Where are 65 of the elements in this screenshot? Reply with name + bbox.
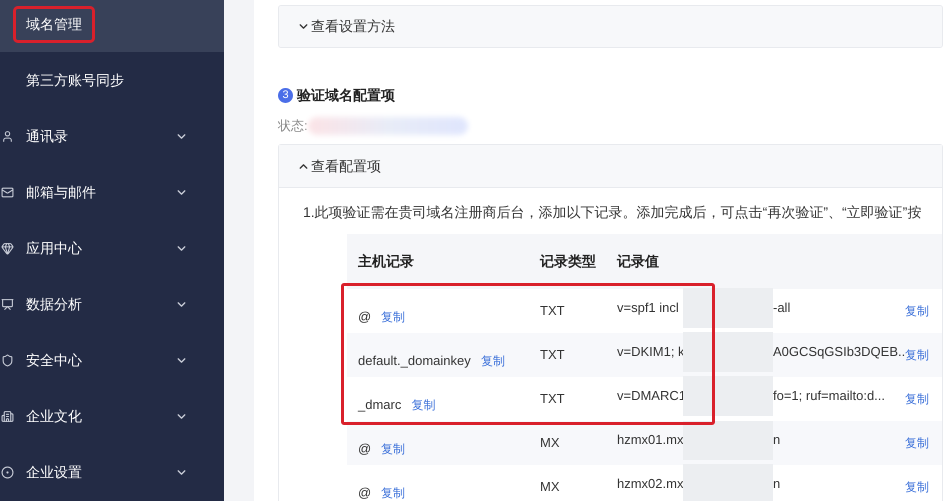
envelope-icon <box>1 186 14 198</box>
sidebar-label: 邮箱与邮件 <box>26 182 96 202</box>
host-record: _dmarc <box>358 396 402 414</box>
copy-link[interactable]: 复制 <box>381 484 406 501</box>
sidebar-label: 企业设置 <box>26 462 82 482</box>
host-record: default._domainkey <box>358 352 471 370</box>
step-title: 验证域名配置项 <box>297 86 395 104</box>
record-value: v=spf1 incl <box>617 299 680 318</box>
sidebar-item[interactable]: 安全中心 <box>0 332 224 388</box>
record-type: MX <box>540 478 560 496</box>
collapse-panel[interactable]: 查看设置方法 <box>278 5 943 48</box>
monitor-icon <box>1 298 14 310</box>
copy-link[interactable]: 复制 <box>905 478 929 496</box>
record-value: hzmx01.mx <box>617 431 683 450</box>
sidebar-label: 企业文化 <box>26 406 82 426</box>
column-header: 主机记录 <box>357 252 415 271</box>
record-value: hzmx02.mx <box>617 475 683 494</box>
host-record: @ <box>358 484 372 501</box>
sidebar-item[interactable]: 企业设置 <box>0 444 224 500</box>
copy-link[interactable]: 复制 <box>381 440 406 458</box>
record-value: fo=1; ruf=mailto:d... <box>773 387 886 406</box>
sidebar-item[interactable]: 通讯录 <box>0 108 224 164</box>
record-value: -all <box>773 299 790 318</box>
copy-link[interactable]: 复制 <box>480 352 505 370</box>
host-record: @ <box>358 308 372 326</box>
sidebar-item[interactable]: 邮箱与邮件 <box>0 164 224 220</box>
record-type: TXT <box>540 346 566 364</box>
column-header: 记录类型 <box>540 252 597 271</box>
status-label: 状态: <box>278 117 308 136</box>
sidebar-item[interactable]: 第三方账号同步 <box>0 52 224 108</box>
sidebar-item[interactable]: 数据分析 <box>0 276 224 332</box>
copy-link[interactable]: 复制 <box>411 396 436 414</box>
building-icon <box>1 410 14 422</box>
record-value: v=DMARC1 <box>617 387 683 406</box>
column-header: 记录值 <box>617 252 660 271</box>
person-icon <box>1 130 14 142</box>
panel-title: 查看设置方法 <box>311 17 395 36</box>
sidebar-label: 域名管理 <box>16 8 92 40</box>
copy-link[interactable]: 复制 <box>905 302 929 320</box>
sidebar-label: 第三方账号同步 <box>26 70 124 90</box>
copy-link[interactable]: 复制 <box>381 308 406 326</box>
record-type: MX <box>540 434 560 452</box>
sidebar-label: 数据分析 <box>26 294 82 314</box>
record-value: A0GCSqGSIb3DQEB... <box>773 343 905 362</box>
host-record: @ <box>358 440 372 458</box>
record-value: n <box>773 431 780 450</box>
panel-title: 查看配置项 <box>311 156 381 176</box>
copy-link[interactable]: 复制 <box>905 390 929 408</box>
sidebar-item[interactable]: 应用中心 <box>0 220 224 276</box>
record-type: TXT <box>540 390 566 408</box>
collapse-header[interactable]: 查看配置项 <box>279 145 942 188</box>
step-number: 3 <box>278 88 293 102</box>
record-type: TXT <box>540 302 566 320</box>
instruction-text: 1.此项验证需在贵司域名注册商后台，添加以下记录。添加完成后，可点击“再次验证”、“立即验证”按 <box>303 203 922 222</box>
settings-icon <box>1 466 14 478</box>
diamond-icon <box>1 242 14 254</box>
copy-link[interactable]: 复制 <box>905 346 929 364</box>
sidebar-label: 安全中心 <box>26 350 82 370</box>
sidebar-label: 通讯录 <box>26 126 68 146</box>
copy-link[interactable]: 复制 <box>905 434 929 452</box>
sidebar-item[interactable]: 域名管理 <box>0 0 224 52</box>
record-value: n <box>773 475 780 494</box>
sidebar-label: 应用中心 <box>26 238 82 258</box>
sidebar-item[interactable]: 企业文化 <box>0 388 224 444</box>
shield-icon <box>1 354 14 366</box>
